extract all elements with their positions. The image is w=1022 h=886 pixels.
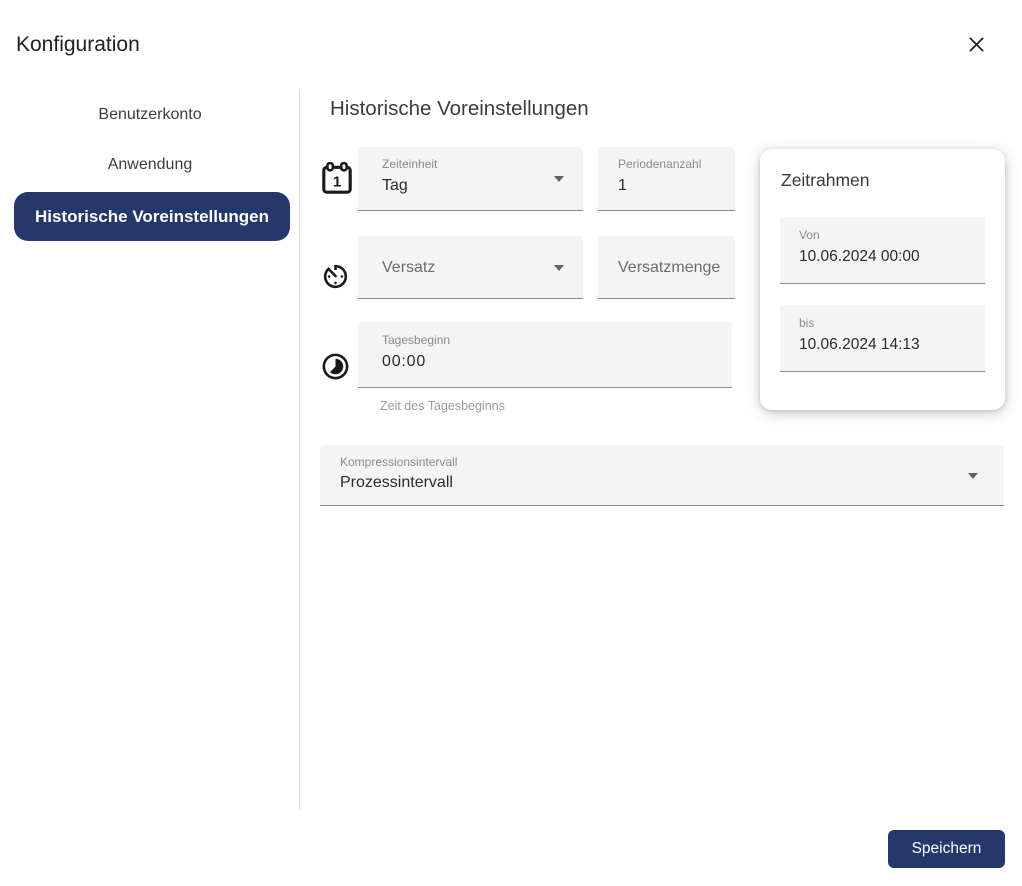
zeiteinheit-label: Zeiteinheit bbox=[382, 157, 438, 171]
sidebar-item-anwendung[interactable]: Anwendung bbox=[0, 156, 300, 174]
periodenanzahl-input[interactable]: Periodenanzahl 1 bbox=[598, 147, 735, 211]
von-datetime-input[interactable]: Von 10.06.2024 00:00 bbox=[780, 217, 985, 284]
von-value: 10.06.2024 00:00 bbox=[799, 248, 920, 265]
kompressionsintervall-value: Prozessintervall bbox=[340, 474, 453, 491]
configuration-dialog: Konfiguration Benutzerkonto Anwendung Hi… bbox=[0, 0, 1022, 886]
kompressionsintervall-select[interactable]: Kompressionsintervall Prozessintervall bbox=[320, 445, 1004, 506]
versatzmenge-input[interactable]: Versatzmenge bbox=[598, 236, 735, 299]
timer-icon bbox=[320, 261, 351, 297]
sidebar-item-benutzerkonto[interactable]: Benutzerkonto bbox=[0, 106, 300, 124]
von-label: Von bbox=[799, 228, 820, 242]
tagesbeginn-input[interactable]: Tagesbeginn 00:00 bbox=[358, 322, 732, 388]
bis-label: bis bbox=[799, 316, 815, 330]
versatz-label: Versatz bbox=[382, 259, 436, 276]
versatzmenge-label: Versatzmenge bbox=[618, 259, 721, 276]
kompressionsintervall-label: Kompressionsintervall bbox=[340, 455, 458, 469]
chevron-down-icon bbox=[554, 265, 564, 271]
bis-datetime-input[interactable]: bis 10.06.2024 14:13 bbox=[780, 305, 985, 372]
bis-value: 10.06.2024 14:13 bbox=[799, 336, 920, 353]
calendar-1-icon: 1 bbox=[319, 160, 355, 203]
tagesbeginn-helper-text: Zeit des Tagesbeginns bbox=[380, 399, 505, 413]
dialog-title: Konfiguration bbox=[16, 33, 140, 56]
page-title: Historische Voreinstellungen bbox=[330, 97, 589, 120]
close-icon bbox=[966, 34, 987, 55]
versatz-select[interactable]: Versatz bbox=[358, 236, 583, 299]
day-start-icon bbox=[320, 351, 351, 387]
zeiteinheit-select[interactable]: Zeiteinheit Tag bbox=[358, 147, 583, 211]
tagesbeginn-label: Tagesbeginn bbox=[382, 333, 451, 347]
chevron-down-icon bbox=[554, 176, 564, 182]
sidebar-divider bbox=[299, 90, 300, 809]
svg-text:1: 1 bbox=[333, 174, 341, 191]
zeitrahmen-card: Zeitrahmen Von 10.06.2024 00:00 bis 10.0… bbox=[760, 149, 1005, 410]
zeitrahmen-title: Zeitrahmen bbox=[781, 170, 870, 190]
sidebar-item-historische-voreinstellungen[interactable]: Historische Voreinstellungen bbox=[14, 192, 290, 241]
chevron-down-icon bbox=[968, 473, 978, 479]
close-button[interactable] bbox=[960, 28, 992, 60]
save-button[interactable]: Speichern bbox=[888, 830, 1005, 868]
sidebar-selected-label: Historische Voreinstellungen bbox=[35, 206, 269, 226]
periodenanzahl-label: Periodenanzahl bbox=[618, 157, 702, 171]
tagesbeginn-value: 00:00 bbox=[382, 353, 427, 370]
zeiteinheit-value: Tag bbox=[382, 177, 408, 194]
periodenanzahl-value: 1 bbox=[618, 177, 627, 194]
